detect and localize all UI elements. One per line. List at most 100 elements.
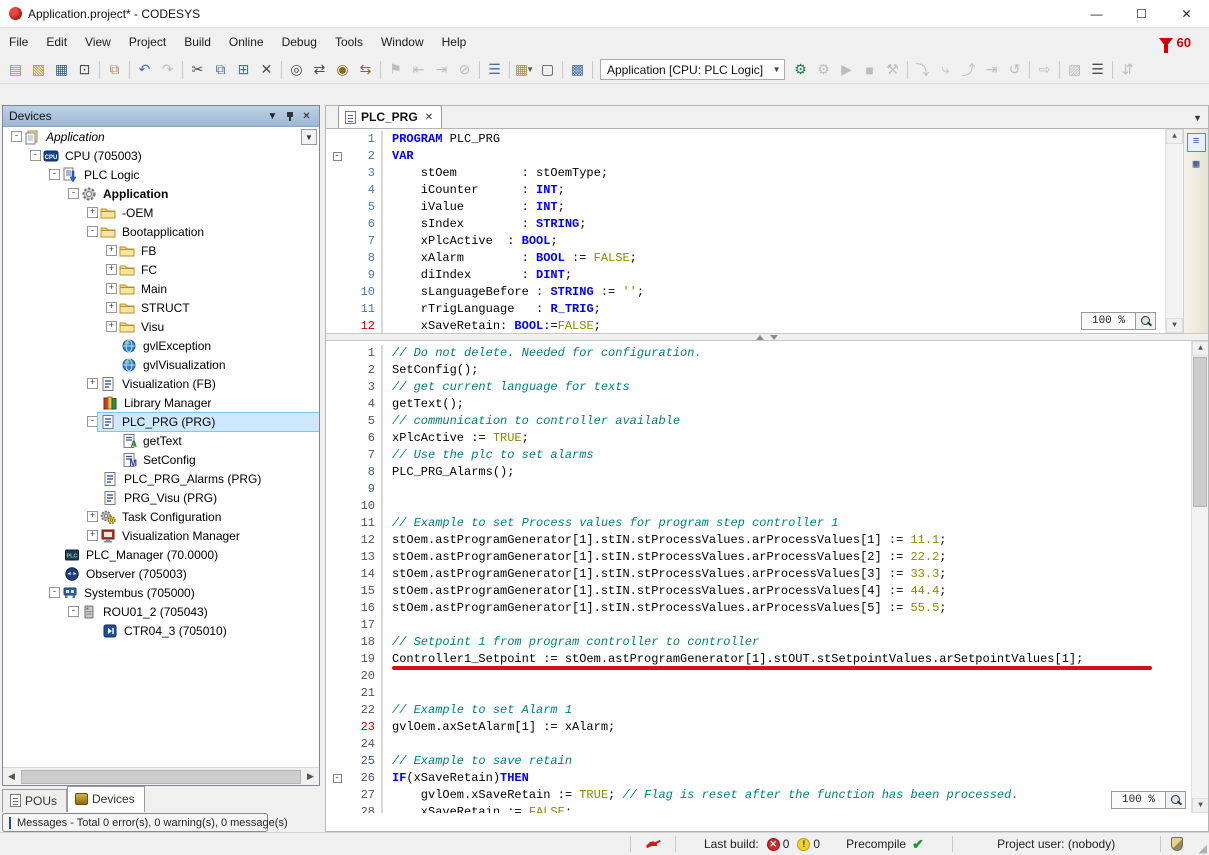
tree-item-systembus-705000[interactable]: -Systembus (705000) [3, 583, 319, 602]
logout-icon[interactable]: ⚙ [812, 59, 835, 81]
code-line-18[interactable]: 18// Setpoint 1 from program controller … [326, 634, 1191, 651]
menu-project[interactable]: Project [120, 30, 175, 54]
scrollbar-thumb[interactable] [21, 770, 301, 784]
tree-item-ctr04-3-705010[interactable]: CTR04_3 (705010) [3, 621, 319, 640]
save-icon[interactable]: ▦ [50, 59, 73, 81]
resize-grip[interactable]: ◢ [1199, 842, 1207, 855]
expand-icon[interactable]: + [106, 302, 117, 313]
expand-icon[interactable]: + [106, 264, 117, 275]
code-line-6[interactable]: 6xPlcActive := TRUE; [326, 430, 1191, 447]
declaration-zoom-level[interactable]: 100 % [1081, 312, 1136, 330]
menu-view[interactable]: View [76, 30, 120, 54]
undo-icon[interactable]: ↶ [133, 59, 156, 81]
tree-item-plc-logic[interactable]: -PLC Logic [3, 165, 319, 184]
collapse-icon[interactable]: - [30, 150, 41, 161]
menu-online[interactable]: Online [220, 30, 273, 54]
previous-bookmark-icon[interactable]: ⇤ [407, 59, 430, 81]
redo-icon[interactable]: ↷ [156, 59, 179, 81]
code-line-12[interactable]: 12 xSaveRetain: BOOL:=FALSE; [326, 318, 1159, 333]
scroll-left-icon[interactable]: ◀ [3, 769, 20, 785]
code-line-2[interactable]: 2SetConfig(); [326, 362, 1191, 379]
code-line-20[interactable]: 20 [326, 668, 1191, 685]
code-line-21[interactable]: 21 [326, 685, 1191, 702]
code-line-3[interactable]: 3 stOem : stOemType; [326, 165, 1159, 182]
messages-bar[interactable]: Messages - Total 0 error(s), 0 warning(s… [2, 813, 268, 832]
code-line-10[interactable]: 10 [326, 498, 1191, 515]
toggle-bookmark-icon[interactable]: ⚑ [384, 59, 407, 81]
magnifier-icon[interactable] [1166, 791, 1186, 809]
code-line-12[interactable]: 12stOem.astProgramGenerator[1].stIN.stPr… [326, 532, 1191, 549]
tree-item-gettext[interactable]: AgetText [3, 431, 319, 450]
code-line-5[interactable]: 5 iValue : INT; [326, 199, 1159, 216]
paste-icon[interactable]: ⊞ [232, 59, 255, 81]
tab-devices[interactable]: Devices [67, 786, 145, 812]
tree-item-gvlvisualization[interactable]: gvlVisualization [3, 355, 319, 374]
expand-icon[interactable]: + [106, 245, 117, 256]
quick-replace-icon[interactable]: ⇄ [308, 59, 331, 81]
tab-list-dropdown-icon[interactable]: ▼ [1193, 113, 1202, 123]
code-line-1[interactable]: 1// Do not delete. Needed for configurat… [326, 345, 1191, 362]
scrollbar-thumb[interactable] [1193, 357, 1207, 507]
code-line-11[interactable]: 11// Example to set Process values for p… [326, 515, 1191, 532]
code-line-5[interactable]: 5// communication to controller availabl… [326, 413, 1191, 430]
code-line-6[interactable]: 6 sIndex : STRING; [326, 216, 1159, 233]
tree-item-struct[interactable]: +STRUCT [3, 298, 319, 317]
tree-item-prg-visu-prg[interactable]: PRG_Visu (PRG) [3, 488, 319, 507]
code-line-9[interactable]: 9 diIndex : DINT; [326, 267, 1159, 284]
tree-item-fc[interactable]: +FC [3, 260, 319, 279]
print-icon[interactable]: ⊡ [73, 59, 96, 81]
security-shield-icon[interactable] [1171, 837, 1183, 851]
code-line-14[interactable]: 14stOem.astProgramGenerator[1].stIN.stPr… [326, 566, 1191, 583]
code-line-13[interactable]: 13stOem.astProgramGenerator[1].stIN.stPr… [326, 549, 1191, 566]
implementation-editor[interactable]: 1// Do not delete. Needed for configurat… [326, 341, 1208, 813]
clear-bookmarks-icon[interactable]: ⊘ [453, 59, 476, 81]
tree-item-gvlexception[interactable]: gvlException [3, 336, 319, 355]
tree-item-visualization-manager[interactable]: +Visualization Manager [3, 526, 319, 545]
next-bookmark-icon[interactable]: ⇥ [430, 59, 453, 81]
tree-item-library-manager[interactable]: Library Manager [3, 393, 319, 412]
code-line-8[interactable]: 8PLC_PRG_Alarms(); [326, 464, 1191, 481]
code-line-16[interactable]: 16stOem.astProgramGenerator[1].stIN.stPr… [326, 600, 1191, 617]
new-file-icon[interactable]: ▤ [4, 59, 27, 81]
tab-plc-prg[interactable]: PLC_PRG ✕ [338, 105, 442, 128]
splitter-up-icon[interactable] [756, 335, 764, 340]
maximize-button[interactable]: ☐ [1119, 0, 1164, 27]
tree-item-rou01-2-705043[interactable]: -ROU01_2 (705043) [3, 602, 319, 621]
textual-view-button[interactable]: ≡ [1187, 133, 1206, 152]
code-line-3[interactable]: 3// get current language for texts [326, 379, 1191, 396]
expand-icon[interactable]: + [87, 207, 98, 218]
menu-build[interactable]: Build [175, 30, 220, 54]
code-line-4[interactable]: 4 iCounter : INT; [326, 182, 1159, 199]
scroll-up-icon[interactable]: ▲ [1166, 129, 1183, 144]
code-line-19[interactable]: 19Controller1_Setpoint := stOem.astProgr… [326, 651, 1191, 668]
collapse-icon[interactable]: - [68, 188, 79, 199]
fold-collapse-icon[interactable]: - [333, 774, 342, 783]
filter-flag-icon[interactable] [1159, 38, 1173, 47]
tree-item-fb[interactable]: +FB [3, 241, 319, 260]
delete-icon[interactable]: ✕ [255, 59, 278, 81]
scroll-up-icon[interactable]: ▲ [1192, 341, 1208, 356]
code-line-2[interactable]: -2VAR [326, 148, 1159, 165]
step-into-icon[interactable]: ⤷ [934, 59, 957, 81]
collapse-icon[interactable]: - [49, 587, 60, 598]
panel-menu-icon[interactable]: ▼ [264, 108, 281, 124]
single-cycle-icon[interactable]: ⇨ [1033, 59, 1056, 81]
tree-item-bootapplication[interactable]: -Bootapplication [3, 222, 319, 241]
find-icon[interactable]: ◎ [285, 59, 308, 81]
cut-icon[interactable]: ✂ [186, 59, 209, 81]
collapse-icon[interactable]: - [11, 131, 22, 142]
flow-control-icon[interactable]: ▨ [1063, 59, 1086, 81]
pin-icon[interactable] [281, 108, 298, 124]
panel-close-icon[interactable]: ✕ [298, 108, 315, 124]
code-line-10[interactable]: 10 sLanguageBefore : STRING := ''; [326, 284, 1159, 301]
open-file-icon[interactable]: ▧ [27, 59, 50, 81]
scroll-down-icon[interactable]: ▼ [1192, 798, 1208, 813]
code-line-17[interactable]: 17 [326, 617, 1191, 634]
menu-window[interactable]: Window [372, 30, 433, 54]
start-icon[interactable]: ▶ [835, 59, 858, 81]
tree-item-application[interactable]: -Application [3, 127, 319, 146]
login-icon[interactable]: ⚙ [789, 59, 812, 81]
code-line-1[interactable]: 1PROGRAM PLC_PRG [326, 131, 1159, 148]
step-out-icon[interactable]: ⤴ [957, 59, 980, 81]
code-line-25[interactable]: 25// Example to save retain [326, 753, 1191, 770]
